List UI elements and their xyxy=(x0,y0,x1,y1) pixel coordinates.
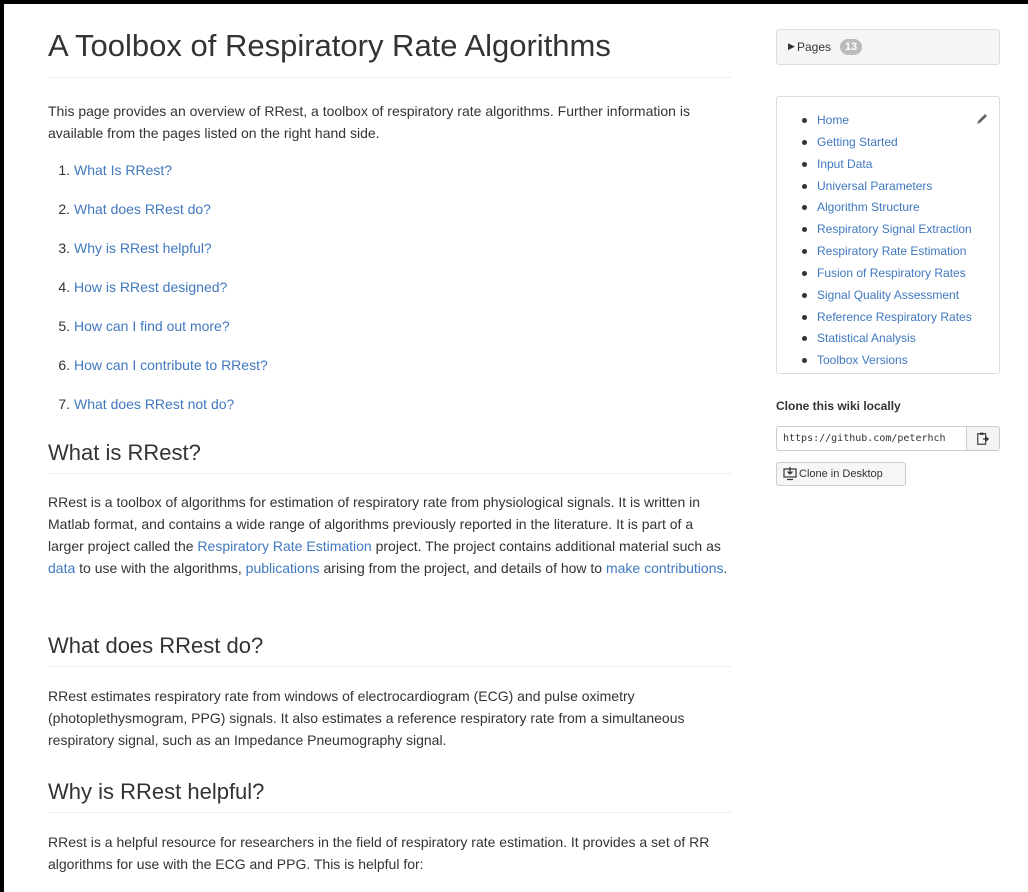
toc-item: 6. How can I contribute to RRest? xyxy=(52,354,736,376)
table-of-contents: 1. What Is RRest? 2. What does RRest do? 3. W… xyxy=(52,159,736,415)
toc-item: 4. How is RRest designed? xyxy=(52,276,736,298)
what-is-text-4: arising from the project, and details of… xyxy=(319,560,606,576)
sidebar-page-item: Algorithm Structure xyxy=(777,197,999,219)
what-is-paragraph: RRest is a toolbox of algorithms for est… xyxy=(48,491,732,579)
sidebar-page-item: Respiratory Rate Estimation xyxy=(777,241,999,263)
clipboard-icon xyxy=(977,432,990,445)
section-what-does-body: RRest estimates respiratory rate from wi… xyxy=(48,685,732,751)
toc-number: 7. xyxy=(58,396,70,412)
sidebar-page-item: Signal Quality Assessment xyxy=(777,285,999,307)
desktop-download-icon xyxy=(783,467,797,481)
toc-link[interactable]: What Is RRest? xyxy=(74,162,172,178)
sidebar-page-item: Respiratory Signal Extraction xyxy=(777,219,999,241)
sidebar-page-link[interactable]: Getting Started xyxy=(817,135,898,149)
section-heading-why-helpful: Why is RRest helpful? xyxy=(48,778,732,813)
triangle-right-icon: ▶ xyxy=(788,41,795,51)
toc-link[interactable]: How can I contribute to RRest? xyxy=(74,357,268,373)
sidebar-page-item: Home xyxy=(777,110,999,132)
sidebar-page-link[interactable]: Respiratory Rate Estimation xyxy=(817,244,966,258)
bullet-icon xyxy=(802,336,807,342)
bullet-icon xyxy=(802,161,807,167)
pages-ul: Home Getting Started Input Data Universal P… xyxy=(777,110,999,372)
sidebar-page-item: Fusion of Respiratory Rates xyxy=(777,263,999,285)
sidebar-page-link[interactable]: Algorithm Structure xyxy=(817,200,920,214)
toc-number: 5. xyxy=(58,318,70,334)
toc-number: 4. xyxy=(58,279,70,295)
section-heading-what-is: What is RRest? xyxy=(48,439,732,474)
bullet-icon xyxy=(802,249,807,255)
sidebar-page-item: Toolbox Versions xyxy=(777,350,999,372)
toc-link[interactable]: What does RRest not do? xyxy=(74,396,234,412)
clone-in-desktop-button[interactable]: Clone in Desktop xyxy=(776,462,906,486)
section-why-helpful-body: RRest is a helpful resource for research… xyxy=(48,831,732,875)
toc-item: 2. What does RRest do? xyxy=(52,198,736,220)
toc-number: 3. xyxy=(58,240,70,256)
link-make-contributions[interactable]: make contributions xyxy=(606,560,724,576)
clone-url-row: https://github.com/peterhch xyxy=(776,426,1000,451)
section-what-is: What is RRest? xyxy=(48,439,732,474)
sidebar-page-link[interactable]: Input Data xyxy=(817,157,872,171)
wiki-page: A Toolbox of Respiratory Rate Algorithms… xyxy=(4,4,1028,892)
toc-link[interactable]: How can I find out more? xyxy=(74,318,230,334)
sidebar-page-item: Reference Respiratory Rates xyxy=(777,307,999,329)
sidebar-page-item: Input Data xyxy=(777,154,999,176)
bullet-icon xyxy=(802,292,807,298)
intro-paragraph: This page provides an overview of RRest,… xyxy=(48,103,690,141)
bullet-icon xyxy=(802,270,807,276)
section-what-does: What does RRest do? xyxy=(48,632,732,667)
toc-item: 3. Why is RRest helpful? xyxy=(52,237,736,259)
bullet-icon xyxy=(802,139,807,145)
sidebar-page-link[interactable]: Home xyxy=(817,113,849,127)
clone-url-input[interactable]: https://github.com/peterhch xyxy=(776,426,966,451)
sidebar-page-link[interactable]: Signal Quality Assessment xyxy=(817,288,959,302)
sidebar-page-link[interactable]: Universal Parameters xyxy=(817,179,932,193)
toc-list: 1. What Is RRest? 2. What does RRest do? 3. W… xyxy=(52,159,736,415)
sidebar-page-link[interactable]: Reference Respiratory Rates xyxy=(817,310,972,324)
pages-label: Pages xyxy=(797,40,832,54)
why-helpful-paragraph: RRest is a helpful resource for research… xyxy=(48,834,710,872)
what-is-text-5: . xyxy=(723,560,728,576)
link-publications[interactable]: publications xyxy=(246,560,320,576)
what-is-text-2: project. The project contains additional… xyxy=(371,538,721,554)
toc-item: 7. What does RRest not do? xyxy=(52,393,736,415)
toc-item: 1. What Is RRest? xyxy=(52,159,736,181)
sidebar-page-item: Statistical Analysis xyxy=(777,328,999,350)
section-why-helpful: Why is RRest helpful? xyxy=(48,778,732,813)
bullet-icon xyxy=(802,358,807,364)
toc-item: 5. How can I find out more? xyxy=(52,315,736,337)
wiki-pages-list: Home Getting Started Input Data Universal P… xyxy=(776,96,1000,374)
clone-title: Clone this wiki locally xyxy=(776,399,901,413)
intro-block: This page provides an overview of RRest,… xyxy=(48,100,732,144)
sidebar-page-link[interactable]: Fusion of Respiratory Rates xyxy=(817,266,966,280)
sidebar-page-link[interactable]: Respiratory Signal Extraction xyxy=(817,222,972,236)
page-title: A Toolbox of Respiratory Rate Algorithms xyxy=(48,26,732,78)
link-respiratory-rate-estimation[interactable]: Respiratory Rate Estimation xyxy=(197,538,371,554)
toc-number: 2. xyxy=(58,201,70,217)
section-heading-what-does: What does RRest do? xyxy=(48,632,732,667)
toc-number: 1. xyxy=(58,162,70,178)
toc-link[interactable]: What does RRest do? xyxy=(74,201,211,217)
copy-url-button[interactable] xyxy=(966,426,1000,451)
link-data[interactable]: data xyxy=(48,560,75,576)
sidebar-page-link[interactable]: Toolbox Versions xyxy=(817,353,908,367)
bullet-icon xyxy=(802,227,807,233)
wiki-content: A Toolbox of Respiratory Rate Algorithms… xyxy=(48,26,732,872)
bullet-icon xyxy=(802,314,807,320)
bullet-icon xyxy=(802,118,807,123)
bullet-icon xyxy=(802,183,807,189)
sidebar-page-item: Getting Started xyxy=(777,132,999,154)
clone-in-desktop-label: Clone in Desktop xyxy=(799,468,883,480)
toc-number: 6. xyxy=(58,357,70,373)
sidebar-page-item: Universal Parameters xyxy=(777,176,999,198)
sidebar-page-link[interactable]: Statistical Analysis xyxy=(817,331,916,345)
section-what-is-body: RRest is a toolbox of algorithms for est… xyxy=(48,491,732,579)
bullet-icon xyxy=(802,205,807,211)
pages-toggle[interactable]: ▶ Pages 13 xyxy=(776,29,1000,65)
what-does-paragraph: RRest estimates respiratory rate from wi… xyxy=(48,688,685,748)
toc-link[interactable]: How is RRest designed? xyxy=(74,279,227,295)
pages-count-badge: 13 xyxy=(840,39,862,55)
toc-link[interactable]: Why is RRest helpful? xyxy=(74,240,212,256)
what-is-text-3: to use with the algorithms, xyxy=(75,560,246,576)
